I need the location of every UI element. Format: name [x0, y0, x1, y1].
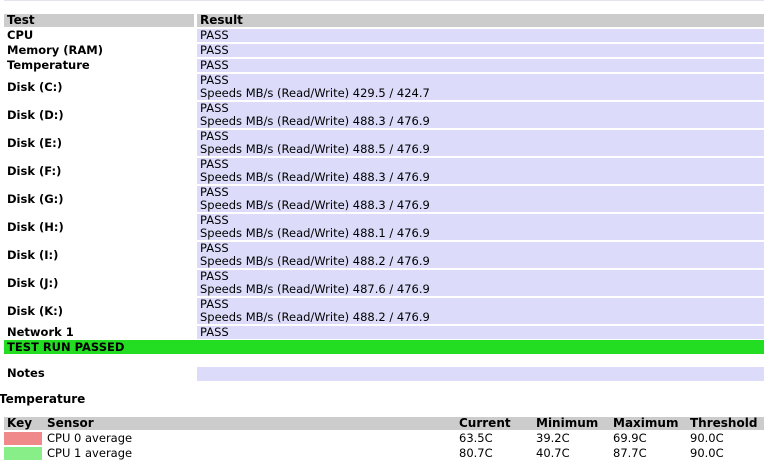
sensor-current: 63.5C: [459, 431, 493, 445]
test-result: PASS: [197, 326, 764, 339]
key-column-header: Key: [4, 417, 44, 430]
result-row: Disk (I:) PASS Speeds MB/s (Read/Write) 48…: [4, 242, 764, 268]
result-status: PASS: [200, 28, 229, 42]
result-row: Disk (C:) PASS Speeds MB/s (Read/Write) 42…: [4, 74, 764, 100]
test-result: PASS Speeds MB/s (Read/Write) 488.2 / 476…: [197, 298, 764, 324]
result-status: PASS: [200, 325, 229, 339]
result-speeds: Speeds MB/s (Read/Write) 488.1 / 476.9: [200, 226, 430, 240]
maximum-column-header: Maximum: [610, 417, 687, 430]
results-header-row: Test Result: [4, 14, 764, 27]
results-table: Test Result CPU PASS Memory (RAM) PASS Tempe…: [4, 12, 764, 341]
result-speeds: Speeds MB/s (Read/Write) 429.5 / 424.7: [200, 86, 430, 100]
sensor-maximum: 69.9C: [613, 431, 647, 445]
result-row: Disk (E:) PASS Speeds MB/s (Read/Write) 48…: [4, 130, 764, 156]
test-result: PASS Speeds MB/s (Read/Write) 429.5 / 424…: [197, 74, 764, 100]
test-name: Disk (K:): [4, 298, 194, 324]
test-name: Disk (I:): [4, 242, 194, 268]
results-body: CPU PASS Memory (RAM) PASS Temperature PASS Di…: [4, 29, 764, 339]
sensor-key: [4, 446, 44, 460]
test-name: Disk (G:): [4, 186, 194, 212]
test-run-status-text: TEST RUN PASSED: [7, 340, 125, 354]
temperature-table: Key Sensor Current Minimum Maximum Thres…: [4, 416, 764, 461]
current-column-header: Current: [456, 417, 533, 430]
sensor-current: 80.7C: [459, 446, 493, 460]
test-result: PASS: [197, 44, 764, 57]
temperature-body: CPU 0 average 63.5C 39.2C 69.9C 90.0C CPU 1 a…: [4, 431, 764, 460]
sensor-column-header: Sensor: [44, 417, 456, 430]
test-result: PASS Speeds MB/s (Read/Write) 487.6 / 476…: [197, 270, 764, 296]
result-speeds: Speeds MB/s (Read/Write) 487.6 / 476.9: [200, 282, 430, 296]
notes-label: Notes: [7, 366, 45, 380]
sensor-minimum: 40.7C: [536, 446, 570, 460]
sensor-key: [4, 431, 44, 445]
result-status: PASS: [200, 43, 229, 57]
top-divider: [4, 0, 764, 1]
test-result: PASS Speeds MB/s (Read/Write) 488.5 / 476…: [197, 130, 764, 156]
notes-value: [197, 367, 764, 381]
test-result: PASS Speeds MB/s (Read/Write) 488.1 / 476…: [197, 214, 764, 240]
test-name: Temperature: [4, 59, 194, 72]
test-result: PASS: [197, 29, 764, 42]
sensor-maximum: 87.7C: [613, 446, 647, 460]
test-column-header: Test: [4, 14, 194, 27]
result-speeds: Speeds MB/s (Read/Write) 488.2 / 476.9: [200, 310, 430, 324]
result-row: Disk (D:) PASS Speeds MB/s (Read/Write) 48…: [4, 102, 764, 128]
result-speeds: Speeds MB/s (Read/Write) 488.2 / 476.9: [200, 254, 430, 268]
test-run-status-banner: TEST RUN PASSED: [4, 340, 764, 354]
test-result: PASS Speeds MB/s (Read/Write) 488.3 / 476…: [197, 158, 764, 184]
result-column-header: Result: [197, 14, 764, 27]
result-speeds: Speeds MB/s (Read/Write) 488.3 / 476.9: [200, 198, 430, 212]
sensor-color-swatch: [4, 446, 42, 460]
sensor-color-swatch: [4, 431, 42, 445]
test-name: Disk (D:): [4, 102, 194, 128]
result-row: Temperature PASS: [4, 59, 764, 72]
result-row: Disk (K:) PASS Speeds MB/s (Read/Write) 48…: [4, 298, 764, 324]
temperature-section-title: Temperature: [0, 392, 86, 406]
sensor-threshold: 90.0C: [690, 431, 724, 445]
result-speeds: Speeds MB/s (Read/Write) 488.3 / 476.9: [200, 170, 430, 184]
test-name: Memory (RAM): [4, 44, 194, 57]
sensor-sensor: CPU 1 average: [47, 446, 133, 460]
sensor-minimum: 39.2C: [536, 431, 570, 445]
test-result: PASS: [197, 59, 764, 72]
result-speeds: Speeds MB/s (Read/Write) 488.3 / 476.9: [200, 114, 430, 128]
test-name: Disk (H:): [4, 214, 194, 240]
result-row: Network 1 PASS: [4, 326, 764, 339]
result-speeds: Speeds MB/s (Read/Write) 488.5 / 476.9: [200, 142, 430, 156]
test-result: PASS Speeds MB/s (Read/Write) 488.3 / 476…: [197, 186, 764, 212]
test-result: PASS Speeds MB/s (Read/Write) 488.3 / 476…: [197, 102, 764, 128]
sensor-threshold: 90.0C: [690, 446, 724, 460]
threshold-column-header: Threshold: [687, 417, 764, 430]
test-name: CPU: [4, 29, 194, 42]
sensor-row: CPU 1 average 80.7C 40.7C 87.7C 90.0C: [4, 446, 764, 460]
test-name: Network 1: [4, 326, 194, 339]
sensor-row: CPU 0 average 63.5C 39.2C 69.9C 90.0C: [4, 431, 764, 445]
test-name: Disk (C:): [4, 74, 194, 100]
minimum-column-header: Minimum: [533, 417, 610, 430]
result-row: Disk (J:) PASS Speeds MB/s (Read/Write) 48…: [4, 270, 764, 296]
sensor-sensor: CPU 0 average: [47, 431, 133, 445]
test-result: PASS Speeds MB/s (Read/Write) 488.2 / 476…: [197, 242, 764, 268]
result-row: CPU PASS: [4, 29, 764, 42]
result-row: Memory (RAM) PASS: [4, 44, 764, 57]
temperature-header-row: Key Sensor Current Minimum Maximum Thres…: [4, 417, 764, 430]
test-name: Disk (F:): [4, 158, 194, 184]
test-name: Disk (E:): [4, 130, 194, 156]
test-name: Disk (J:): [4, 270, 194, 296]
result-row: Disk (H:) PASS Speeds MB/s (Read/Write) 48…: [4, 214, 764, 240]
result-status: PASS: [200, 58, 229, 72]
result-row: Disk (G:) PASS Speeds MB/s (Read/Write) 48…: [4, 186, 764, 212]
result-row: Disk (F:) PASS Speeds MB/s (Read/Write) 48…: [4, 158, 764, 184]
